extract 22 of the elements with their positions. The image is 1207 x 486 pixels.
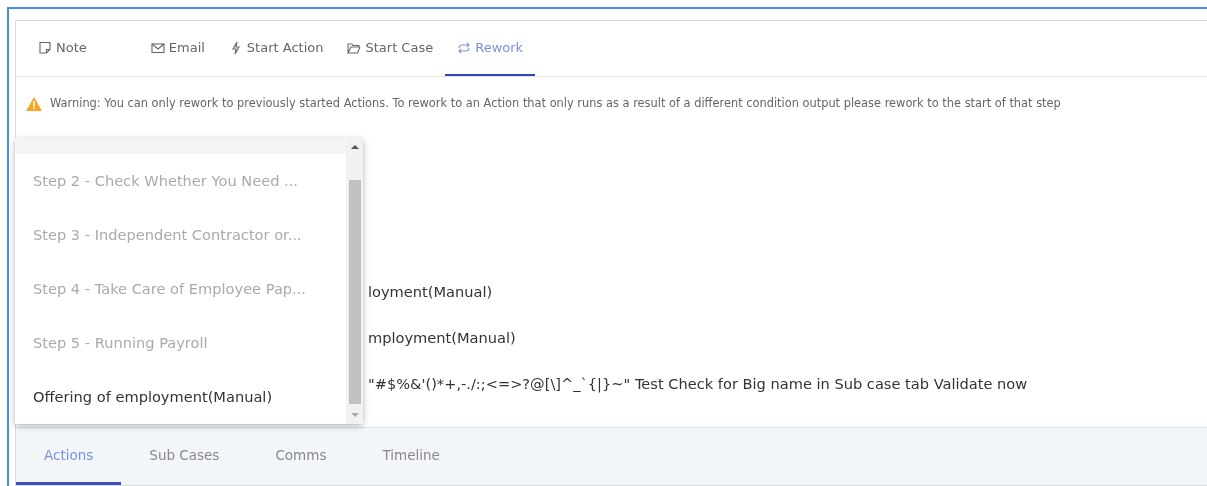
case-tab[interactable]: Timeline — [354, 428, 468, 485]
action-tab[interactable]: Email — [138, 21, 217, 76]
option-label: "#$%&'()*+,-./:;<=>?@[\]^_`{|}~" Test Check for Big name in Sub case tab Validate now — [368, 374, 1029, 395]
scrollbar[interactable] — [346, 138, 363, 424]
cycle-arrows-icon — [457, 40, 472, 55]
action-tab[interactable]: Start Case — [335, 21, 446, 76]
note-icon — [38, 40, 52, 55]
action-tab[interactable]: Rework — [445, 21, 536, 76]
folder-icon — [347, 40, 362, 55]
option-label: loyment(Manual) — [368, 282, 494, 303]
envelope-icon — [150, 40, 165, 55]
scroll-down-icon[interactable] — [350, 412, 359, 418]
dropdown-item[interactable]: Offering of employment(Manual) — [15, 370, 346, 424]
case-tab[interactable]: Comms — [247, 428, 355, 485]
case-tab[interactable]: Actions — [16, 428, 122, 485]
scroll-up-icon[interactable] — [350, 144, 359, 150]
action-tab[interactable]: Start Action — [216, 21, 336, 76]
action-tab[interactable]: Note — [26, 21, 99, 76]
warning-icon — [26, 96, 42, 111]
warning-text: Warning: You can only rework to previously started Actions. To rework to an Action that only runs as a result of a different condition output please rework to the start of that step — [50, 95, 1061, 112]
option-label: mployment(Manual) — [368, 328, 517, 349]
case-tab[interactable]: Sub Cases — [121, 428, 248, 485]
